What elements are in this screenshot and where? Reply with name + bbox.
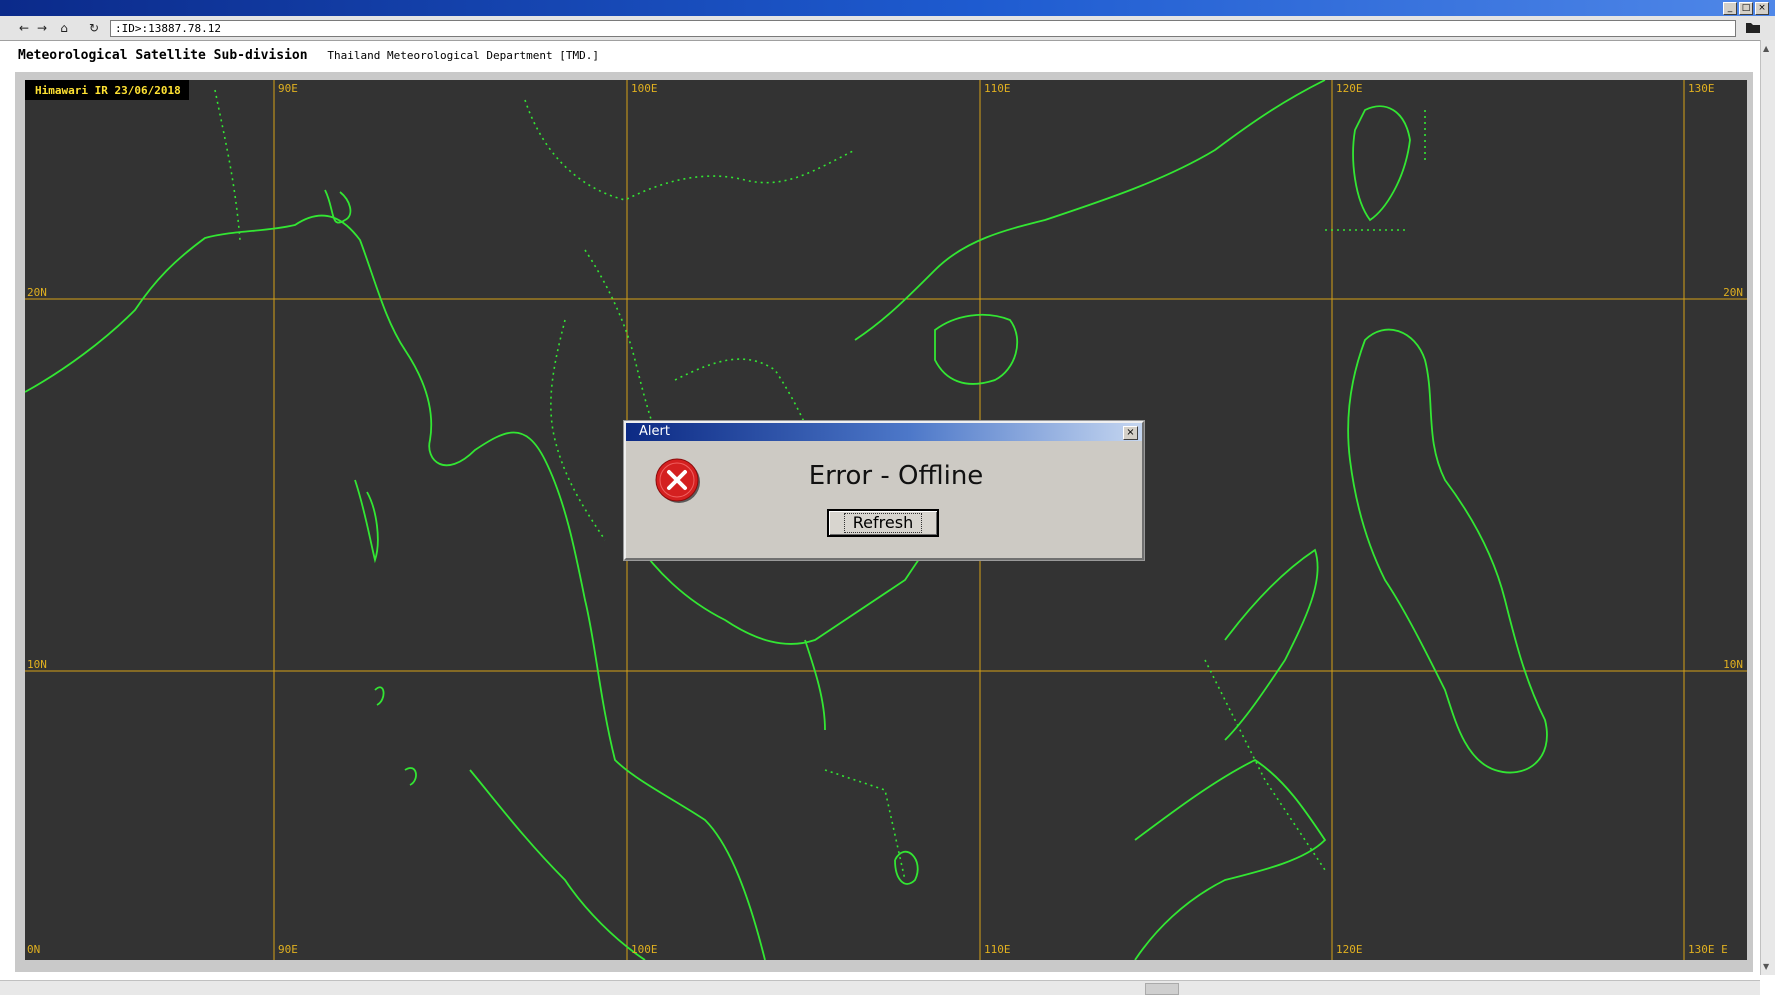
lon-label-bottom-130e: 130E E [1688,943,1728,956]
address-bar[interactable]: :ID>:13887.78.12 [110,20,1736,37]
lat-label-right-10n: 10N [1723,658,1743,671]
horizontal-scrollbar[interactable] [0,980,1760,995]
lon-label-top-110e: 110E [984,82,1011,95]
refresh-button-label: Refresh [843,513,923,533]
folder-icon[interactable] [1745,21,1761,34]
lat-label-right-20n: 20N [1723,286,1743,299]
lon-label-top-130e: 130E [1688,82,1715,95]
alert-dialog: Alert × Error - Offline Refresh [624,421,1144,560]
maximize-button[interactable]: □ [1739,2,1753,15]
forward-arrow-icon[interactable]: → [34,20,50,36]
horizontal-scroll-thumb[interactable] [1145,983,1179,995]
home-icon[interactable]: ⌂ [56,20,72,36]
page-title: Meteorological Satellite Sub-division [18,48,308,63]
lon-label-bottom-100e: 100E [631,943,658,956]
window-title-bar: _ □ × [0,0,1775,16]
lat-label-left-10n: 10N [27,658,47,671]
dialog-title: Alert [626,423,1142,441]
scroll-up-icon[interactable]: ▲ [1763,44,1769,53]
lon-label-top-120e: 120E [1336,82,1363,95]
lon-label-bottom-90e: 90E [278,943,298,956]
lon-label-bottom-120e: 120E [1336,943,1363,956]
browser-toolbar: ← → ⌂ ↻ :ID>:13887.78.12 [0,16,1775,41]
dialog-message: Error - Offline [808,461,984,491]
dialog-close-icon[interactable]: × [1123,426,1138,440]
satellite-badge: Himawari IR 23/06/2018 [25,80,189,100]
refresh-icon[interactable]: ↻ [86,20,102,36]
lon-label-bottom-110e: 110E [984,943,1011,956]
lat-label-left-0n: 0N [27,943,41,956]
page-header: Meteorological Satellite Sub-division Th… [18,48,599,63]
minimize-button[interactable]: _ [1723,2,1737,15]
back-arrow-icon[interactable]: ← [16,20,32,36]
page-subtitle: Thailand Meteorological Department [TMD.… [327,49,599,62]
scroll-down-icon[interactable]: ▼ [1763,962,1769,971]
lon-label-top-100e: 100E [631,82,658,95]
window-controls: _ □ × [1723,2,1769,15]
close-button[interactable]: × [1755,2,1769,15]
refresh-button[interactable]: Refresh [827,509,939,537]
lon-label-top-90e: 90E [278,82,298,95]
lat-label-left-20n: 20N [27,286,47,299]
vertical-scrollbar[interactable]: ▲ ▼ [1760,40,1775,975]
error-x-icon [655,458,700,503]
